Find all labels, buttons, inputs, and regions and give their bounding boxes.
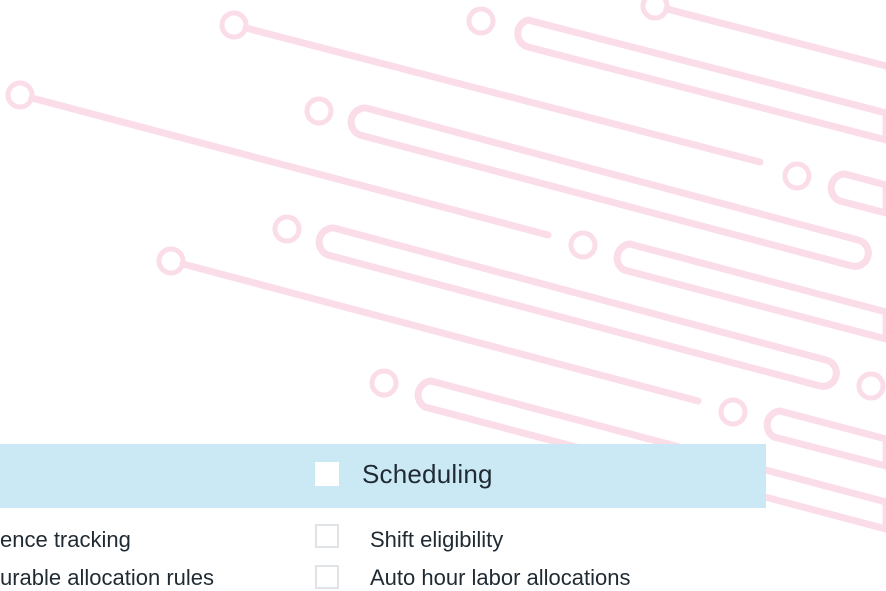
- decor-loop: [613, 240, 886, 343]
- decor-node: [640, 0, 670, 21]
- decor-line: [663, 5, 886, 70]
- decor-node: [856, 371, 886, 401]
- decor-loop: [514, 16, 886, 144]
- feature-item: Shift eligibility: [370, 527, 504, 552]
- decor-loop: [763, 407, 886, 470]
- decor-node: [156, 246, 186, 276]
- decor-node: [568, 230, 598, 260]
- feature-item: ence tracking: [0, 527, 131, 552]
- decor-node: [304, 96, 334, 126]
- feature-checkbox[interactable]: [315, 524, 339, 548]
- decor-node: [466, 6, 496, 36]
- decor-node: [5, 80, 35, 110]
- decor-node: [718, 397, 748, 427]
- feature-checkbox[interactable]: [315, 565, 339, 589]
- feature-item: Auto hour labor allocations: [370, 565, 631, 590]
- decor-node: [782, 161, 812, 191]
- decor-node: [219, 10, 249, 40]
- decor-node: [369, 368, 399, 398]
- scheduling-column-title: Scheduling: [362, 459, 493, 489]
- scheduling-header-checkbox[interactable]: [315, 462, 339, 486]
- feature-item: urable allocation rules: [0, 565, 215, 590]
- decor-node: [272, 214, 302, 244]
- decor-loop: [827, 170, 886, 217]
